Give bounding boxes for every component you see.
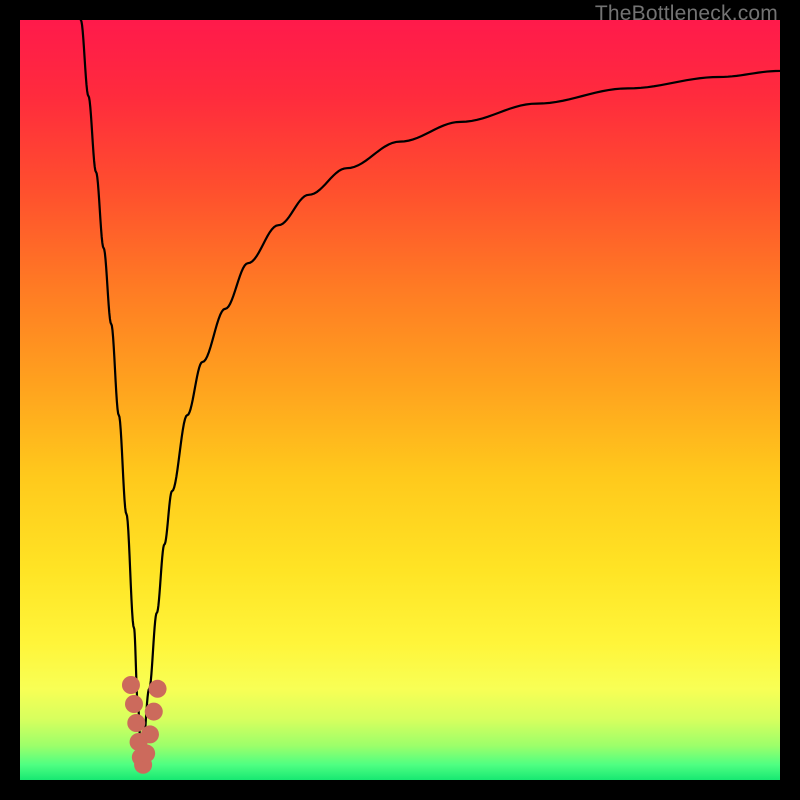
bottleneck-dot xyxy=(122,676,140,694)
bottleneck-dot xyxy=(141,725,159,743)
plot-area xyxy=(20,20,780,780)
bottleneck-dot xyxy=(149,680,167,698)
bottleneck-dot xyxy=(125,695,143,713)
bottleneck-dot xyxy=(145,703,163,721)
bottleneck-dot xyxy=(137,744,155,762)
chart-frame: TheBottleneck.com xyxy=(0,0,800,800)
gradient-background xyxy=(20,20,780,780)
chart-svg xyxy=(20,20,780,780)
